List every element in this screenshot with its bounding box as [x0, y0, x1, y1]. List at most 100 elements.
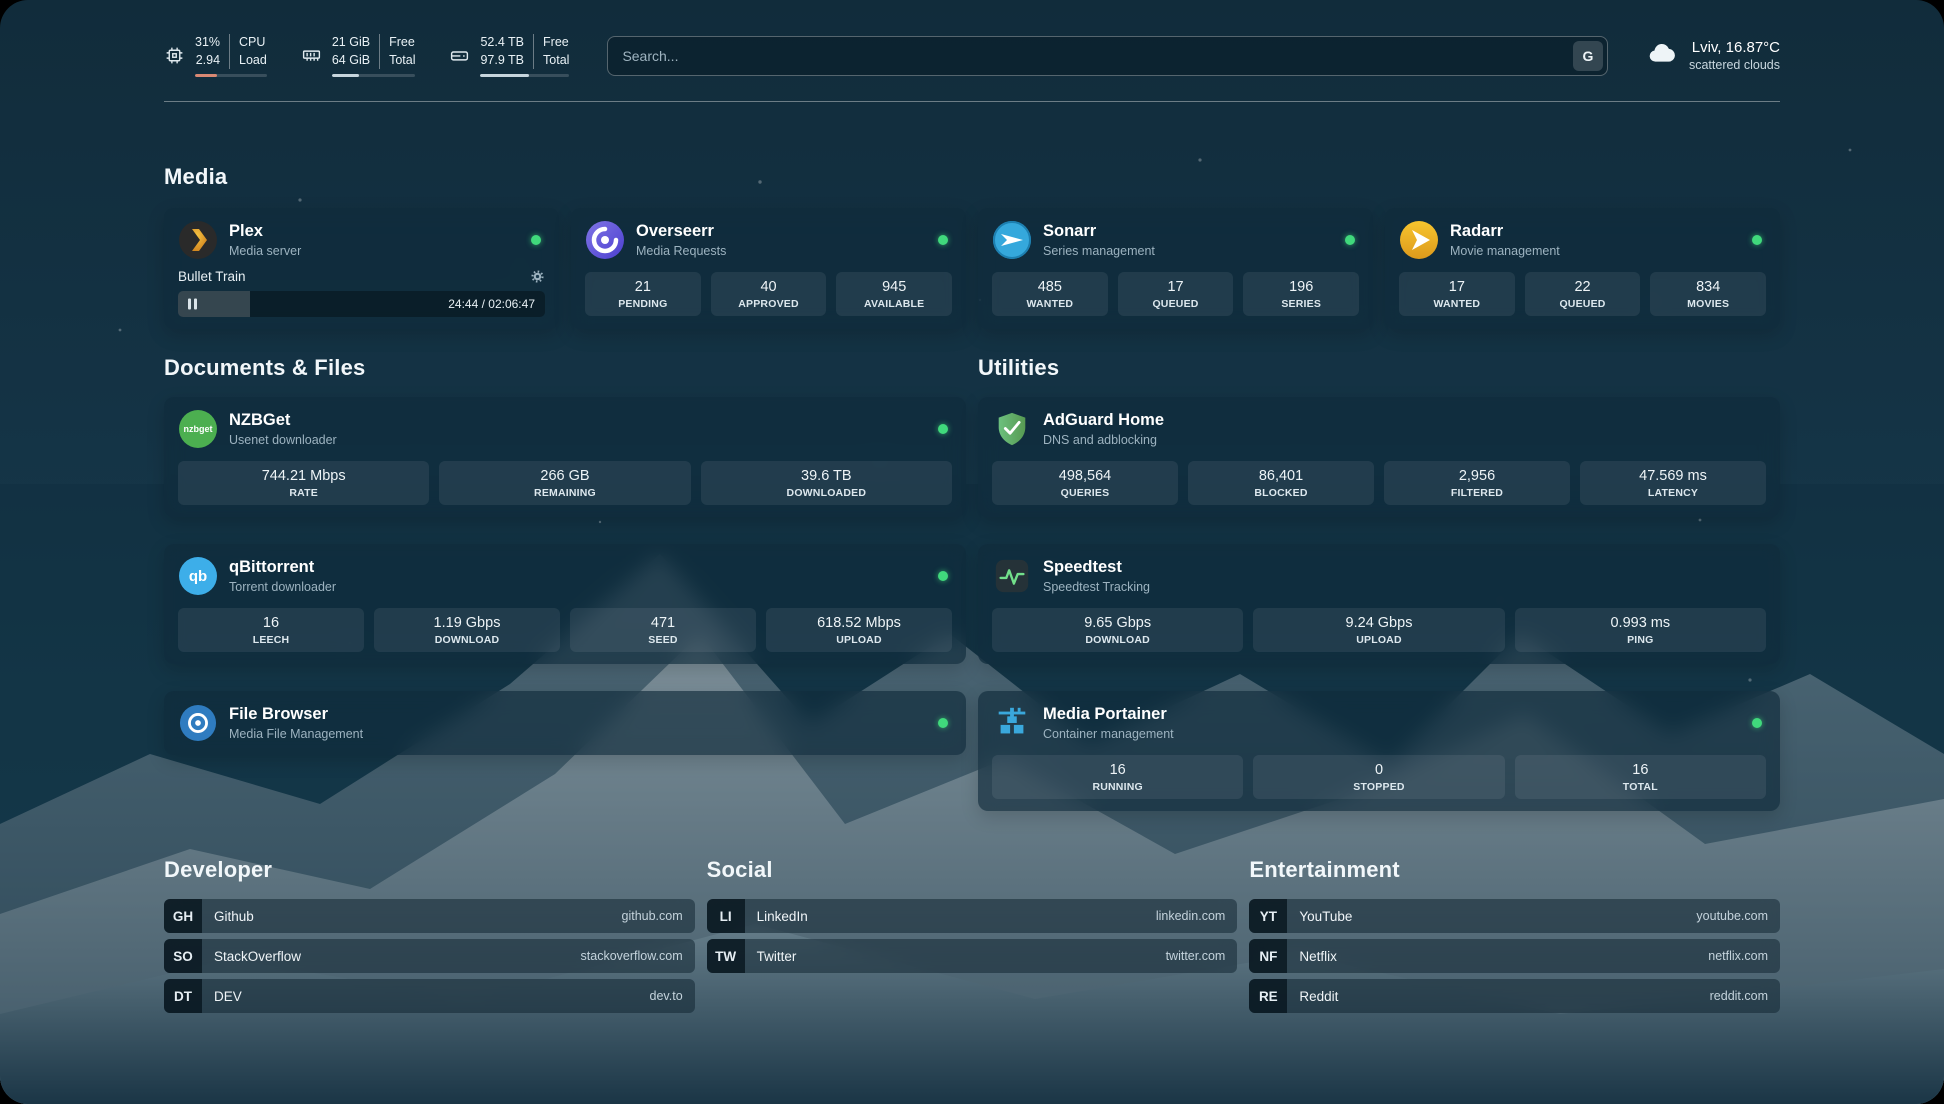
bookmark-netflix[interactable]: NF Netflix netflix.com: [1249, 939, 1780, 973]
stat-download: 9.65 Gbps DOWNLOAD: [992, 608, 1243, 652]
stat-upload: 9.24 Gbps UPLOAD: [1253, 608, 1504, 652]
app-description: Movie management: [1450, 244, 1560, 258]
cpu-progress-bar: [195, 74, 267, 77]
social-section-title: Social: [707, 857, 1238, 883]
bookmark-reddit[interactable]: RE Reddit reddit.com: [1249, 979, 1780, 1013]
section-social: Social LI LinkedIn linkedin.com TW Twitt…: [707, 857, 1238, 979]
bookmark-url: github.com: [622, 909, 683, 923]
weather-widget: Lviv, 16.87°C scattered clouds: [1646, 37, 1780, 74]
weather-location: Lviv, 16.87°C: [1689, 38, 1780, 58]
app-card-adguard[interactable]: AdGuard Home DNS and adblocking 498,564 …: [978, 397, 1780, 517]
status-indicator: [938, 424, 948, 434]
bookmark-abbr-badge: GH: [164, 899, 202, 933]
stat-total: 16 TOTAL: [1515, 755, 1766, 799]
status-indicator: [938, 571, 948, 581]
bookmark-abbr-badge: SO: [164, 939, 202, 973]
app-name: AdGuard Home: [1043, 411, 1164, 431]
stat-rate: 744.21 Mbps RATE: [178, 461, 429, 505]
stat-running: 16 RUNNING: [992, 755, 1243, 799]
status-indicator: [1345, 235, 1355, 245]
dashboard-page: 31% 2.94 CPU Load: [0, 0, 1944, 1104]
bookmark-url: stackoverflow.com: [581, 949, 683, 963]
stat-seed: 471 SEED: [570, 608, 756, 652]
bookmark-stackoverflow[interactable]: SO StackOverflow stackoverflow.com: [164, 939, 695, 973]
playback-progress-bar: 24:44 / 02:06:47: [178, 291, 545, 317]
section-media: Media Plex Medi: [164, 164, 1780, 329]
bookmark-abbr-badge: NF: [1249, 939, 1287, 973]
documents-section-title: Documents & Files: [164, 355, 966, 381]
app-description: Torrent downloader: [229, 580, 336, 594]
bookmark-url: netflix.com: [1708, 949, 1768, 963]
app-card-overseerr[interactable]: Overseerr Media Requests 21 PENDING 40 A…: [571, 208, 966, 329]
stat-latency: 47.569 ms LATENCY: [1580, 461, 1766, 505]
app-name: NZBGet: [229, 411, 337, 431]
app-description: Speedtest Tracking: [1043, 580, 1150, 594]
app-description: Media server: [229, 244, 301, 258]
bookmark-abbr-badge: RE: [1249, 979, 1287, 1013]
bookmark-dev[interactable]: DT DEV dev.to: [164, 979, 695, 1013]
bookmark-abbr-badge: DT: [164, 979, 202, 1013]
app-card-radarr[interactable]: Radarr Movie management 17 WANTED 22 QUE…: [1385, 208, 1780, 329]
status-indicator: [531, 235, 541, 245]
memory-progress-bar: [332, 74, 416, 77]
app-card-portainer[interactable]: Media Portainer Container management 16 …: [978, 691, 1780, 811]
memory-free-value: 21 GiB: [332, 34, 370, 52]
memory-total-label: Total: [389, 52, 415, 70]
bookmark-abbr-badge: YT: [1249, 899, 1287, 933]
bookmark-twitter[interactable]: TW Twitter twitter.com: [707, 939, 1238, 973]
portainer-icon: [992, 703, 1032, 743]
cpu-label: CPU: [239, 34, 267, 52]
memory-total-value: 64 GiB: [332, 52, 370, 70]
developer-section-title: Developer: [164, 857, 695, 883]
bookmark-name: YouTube: [1299, 909, 1352, 924]
utilities-section-title: Utilities: [978, 355, 1780, 381]
topbar: 31% 2.94 CPU Load: [164, 0, 1780, 77]
bookmark-abbr-badge: LI: [707, 899, 745, 933]
memory-metric: 21 GiB 64 GiB Free Total: [301, 34, 416, 77]
section-entertainment: Entertainment YT YouTube youtube.com NF …: [1249, 857, 1780, 1019]
status-indicator: [1752, 718, 1762, 728]
stat-upload: 618.52 Mbps UPLOAD: [766, 608, 952, 652]
search-bar: G: [607, 36, 1608, 76]
stat-wanted: 17 WANTED: [1399, 272, 1515, 316]
status-indicator: [1752, 235, 1762, 245]
stat-stopped: 0 STOPPED: [1253, 755, 1504, 799]
section-utilities: Utilities AdGuard Home: [978, 355, 1780, 811]
bookmark-linkedin[interactable]: LI LinkedIn linkedin.com: [707, 899, 1238, 933]
app-card-sonarr[interactable]: Sonarr Series management 485 WANTED 17 Q…: [978, 208, 1373, 329]
app-description: Container management: [1043, 727, 1174, 741]
qbittorrent-icon: qb: [178, 556, 218, 596]
bookmark-abbr-badge: TW: [707, 939, 745, 973]
cpu-load-value: 2.94: [196, 52, 220, 70]
bookmark-url: dev.to: [650, 989, 683, 1003]
app-card-plex[interactable]: Plex Media server Bullet Train: [164, 208, 559, 329]
app-card-nzbget[interactable]: nzbget NZBGet Usenet downloader 744.21 M…: [164, 397, 966, 517]
bookmark-name: Github: [214, 909, 254, 924]
search-input[interactable]: [607, 36, 1608, 76]
disk-free-value: 52.4 TB: [480, 34, 524, 52]
gear-icon[interactable]: [530, 269, 545, 284]
app-card-speedtest[interactable]: Speedtest Speedtest Tracking 9.65 Gbps D…: [978, 544, 1780, 664]
cpu-chip-icon: [164, 45, 185, 66]
bookmark-url: twitter.com: [1166, 949, 1226, 963]
stat-movies: 834 MOVIES: [1650, 272, 1766, 316]
search-engine-button[interactable]: G: [1573, 41, 1603, 71]
cpu-metric: 31% 2.94 CPU Load: [164, 34, 267, 77]
system-metrics: 31% 2.94 CPU Load: [164, 34, 569, 77]
entertainment-section-title: Entertainment: [1249, 857, 1780, 883]
app-card-qbittorrent[interactable]: qb qBittorrent Torrent downloader 16 LEE…: [164, 544, 966, 664]
app-name: File Browser: [229, 705, 363, 725]
bookmark-youtube[interactable]: YT YouTube youtube.com: [1249, 899, 1780, 933]
overseerr-icon: [585, 220, 625, 260]
app-card-filebrowser[interactable]: File Browser Media File Management: [164, 691, 966, 755]
playback-time: 24:44 / 02:06:47: [448, 297, 535, 311]
cpu-load-label: Load: [239, 52, 267, 70]
stat-download: 1.19 Gbps DOWNLOAD: [374, 608, 560, 652]
pause-icon[interactable]: [188, 299, 197, 310]
bookmark-github[interactable]: GH Github github.com: [164, 899, 695, 933]
app-name: qBittorrent: [229, 558, 336, 578]
radarr-icon: [1399, 220, 1439, 260]
plex-icon: [178, 220, 218, 260]
bookmark-name: DEV: [214, 989, 242, 1004]
sonarr-icon: [992, 220, 1032, 260]
